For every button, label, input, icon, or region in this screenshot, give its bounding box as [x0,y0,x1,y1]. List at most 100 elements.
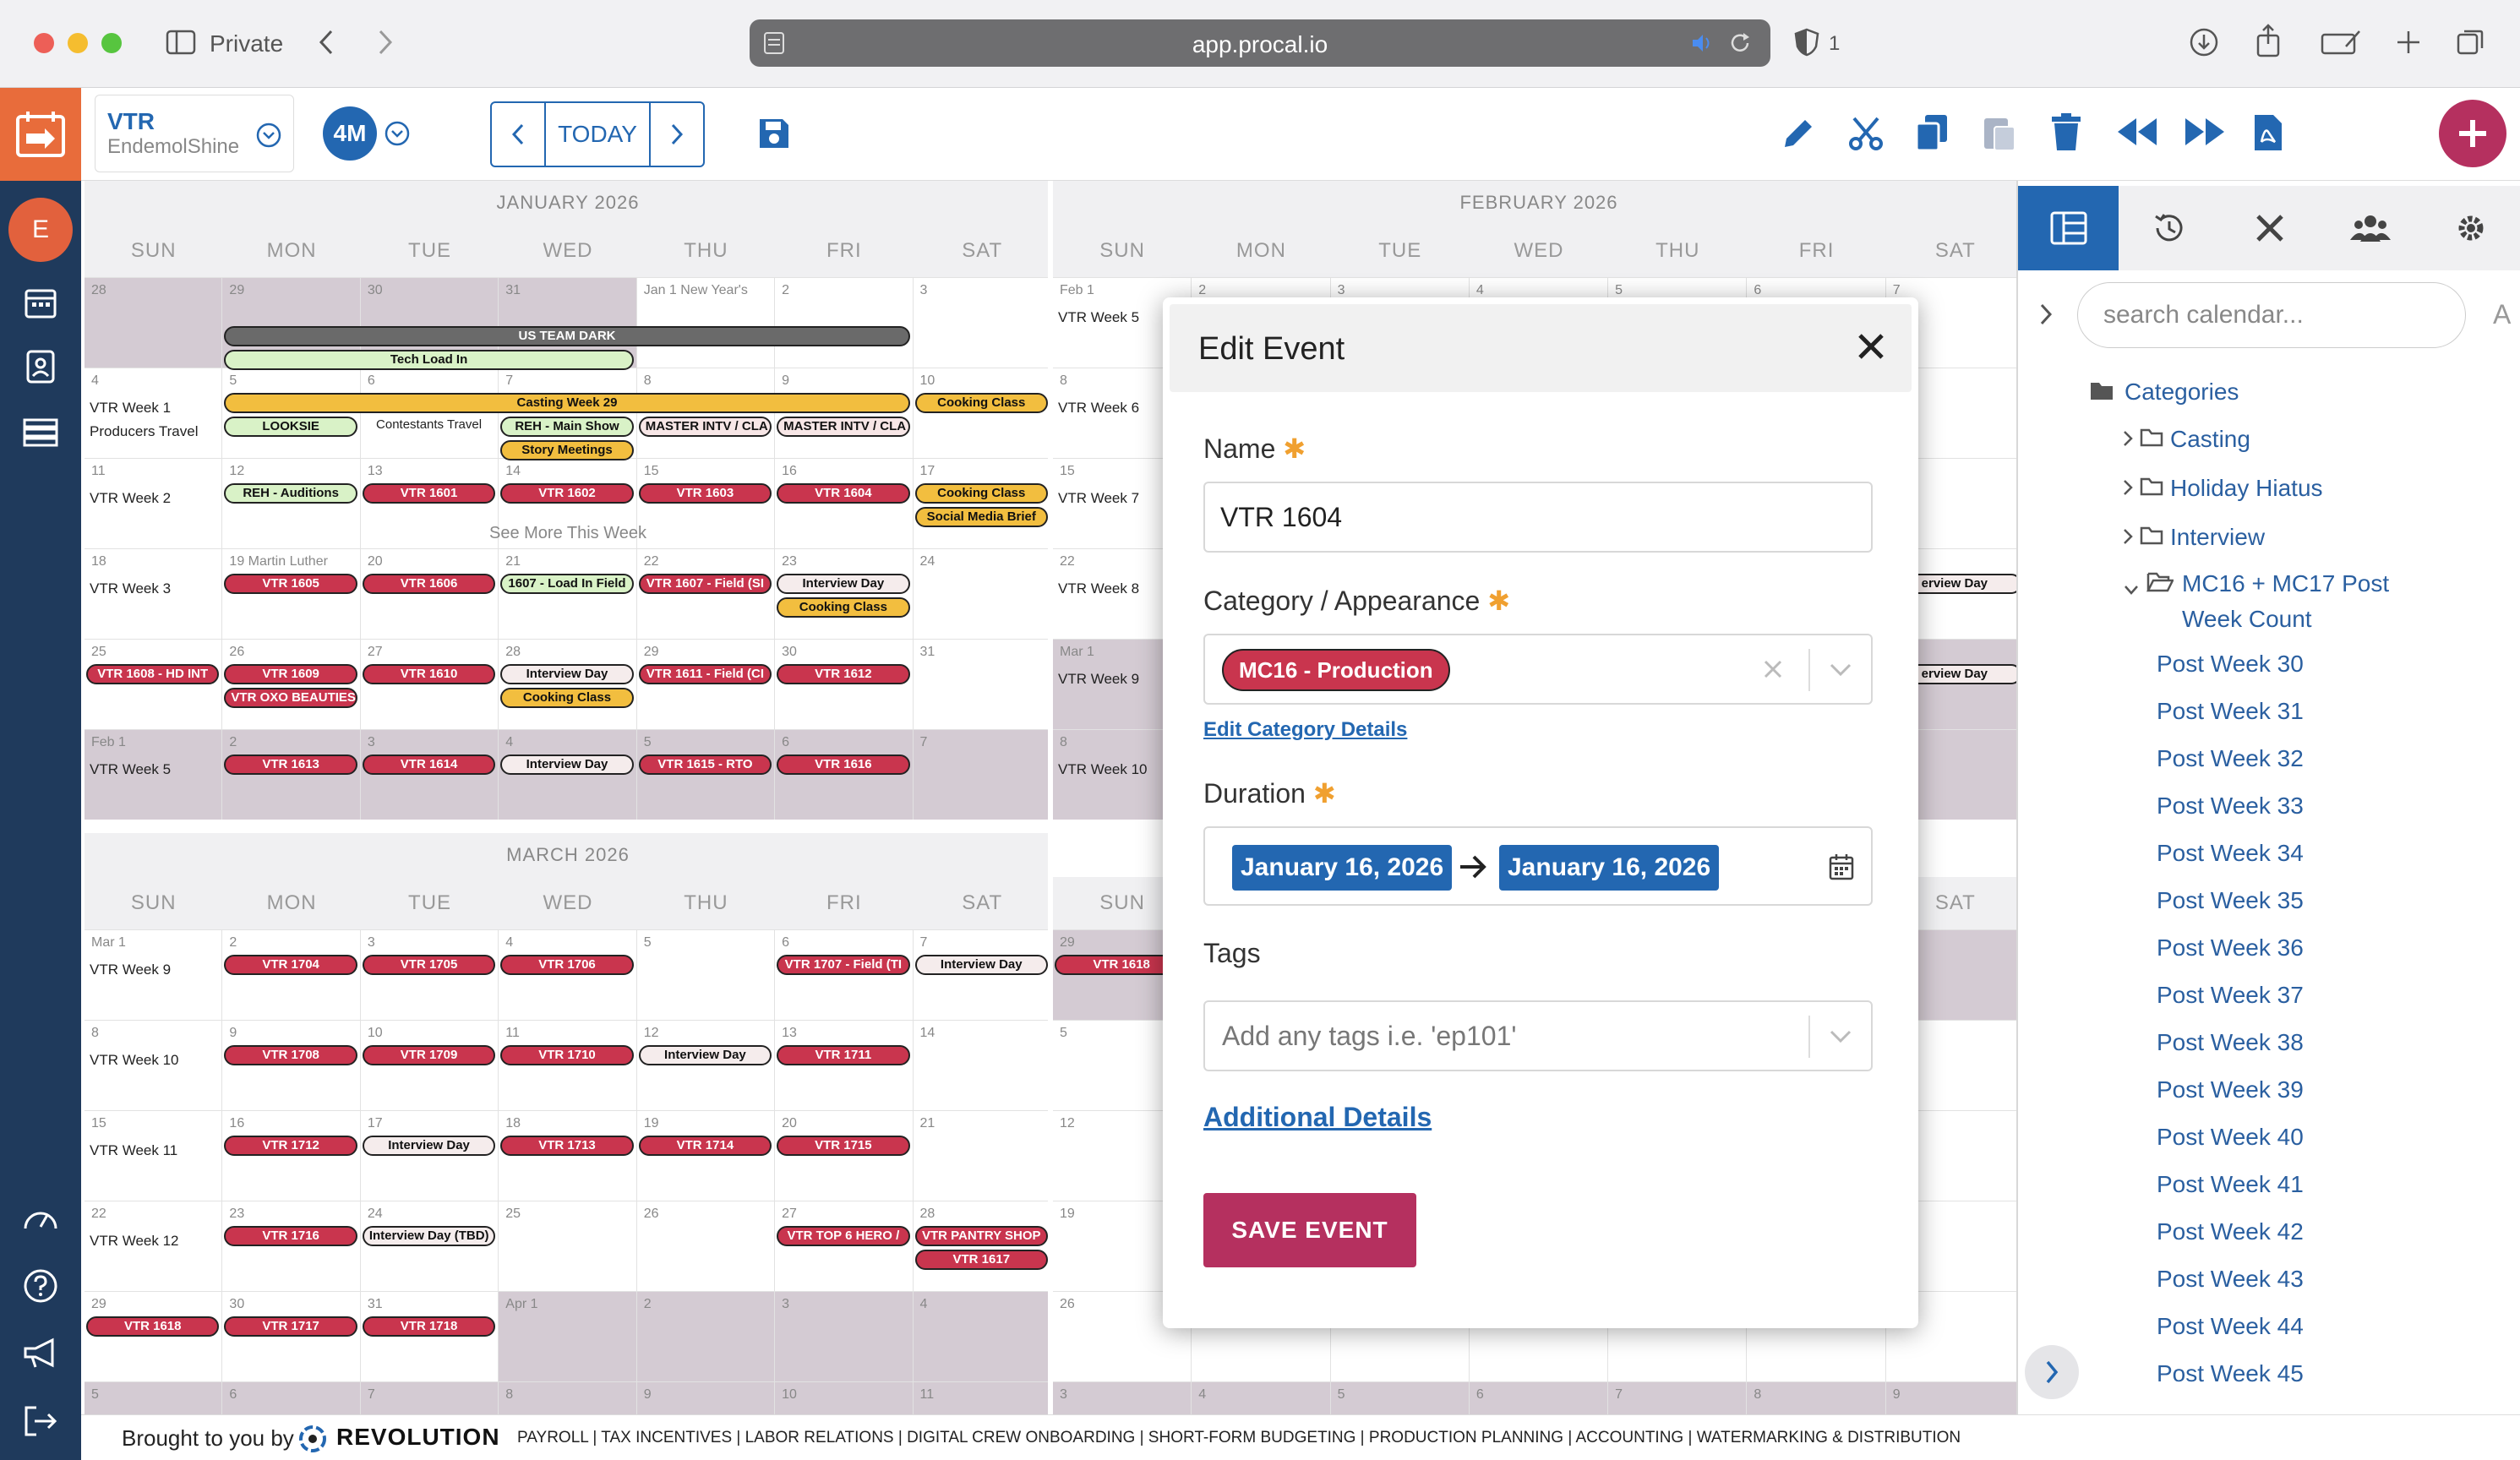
day-cell[interactable]: 30 [222,1292,361,1381]
day-cell[interactable]: 23 [775,549,914,639]
day-cell[interactable]: 3 [914,278,1051,368]
day-cell[interactable]: 13 [775,1021,914,1110]
event-bar[interactable]: VTR 1612 [777,664,910,684]
audio-icon[interactable] [1691,33,1713,57]
forward-icon[interactable] [368,25,402,59]
contacts-icon[interactable] [17,343,64,390]
tree-item[interactable]: Post Week 42 [2157,1218,2304,1245]
copy-icon[interactable] [1915,113,1949,152]
event-bar[interactable]: MASTER INTV / CLA [638,417,772,437]
day-cell[interactable]: 26 [637,1201,776,1291]
day-cell[interactable]: 24 [361,1201,499,1291]
day-cell[interactable]: 7 [913,730,1051,820]
day-cell[interactable]: 17 [361,1111,499,1201]
cut-icon[interactable] [1847,115,1885,152]
day-cell[interactable]: 20 [775,1111,914,1201]
duration-field[interactable]: January 16, 2026 January 16, 2026 [1203,826,1873,906]
expand-chevron-icon[interactable] [2038,302,2054,330]
today-button[interactable]: TODAY [558,121,637,148]
tree-item[interactable]: Post Week 36 [2157,934,2304,962]
day-cell[interactable]: Apr 1 [499,1292,637,1381]
day-cell[interactable]: 7 [914,930,1051,1020]
day-cell[interactable]: 21 [499,549,637,639]
event-bar[interactable]: Cooking Class [500,688,634,708]
footer-brand[interactable]: REVOLUTION [336,1424,500,1451]
day-cell[interactable]: 2 [222,930,361,1020]
day-cell[interactable]: 18 [499,1111,637,1201]
tab-tree[interactable] [2018,186,2119,270]
search-input[interactable]: search calendar... [2077,282,2466,348]
fast-forward-icon[interactable] [2184,117,2226,147]
event-bar[interactable]: Interview Day [914,955,1048,975]
list-view-icon[interactable] [17,409,64,456]
event-bar[interactable]: VTR 1614 [362,755,496,775]
day-cell[interactable]: 8 [1747,1382,1886,1414]
event-bar[interactable]: VTR 1710 [500,1045,634,1065]
event-bar[interactable]: Interview Day (TBD) [362,1226,496,1246]
see-more-link[interactable]: See More This Week [85,524,1051,543]
sidebar-collapse-button[interactable] [2025,1345,2079,1399]
tags-field[interactable]: Add any tags i.e. 'ep101' [1203,1000,1873,1071]
event-bar[interactable]: VTR 1707 - Field (TI [777,955,910,975]
tree-item[interactable]: Post Week 30 [2157,651,2304,678]
tree-item[interactable]: Post Week 41 [2157,1171,2304,1198]
day-cell[interactable]: 3 [361,930,499,1020]
event-bar[interactable]: VTR 1716 [224,1226,357,1246]
day-cell[interactable]: 31 [361,1292,499,1381]
day-cell[interactable]: 2 [775,278,914,368]
tree-open-folder[interactable]: MC16 + MC17 Post Week Count [2123,566,2389,637]
rewind-icon[interactable] [2116,117,2158,147]
event-bar[interactable]: VTR PANTRY SHOP [914,1226,1048,1246]
tab-users[interactable] [2321,186,2421,270]
tab-settings[interactable] [2421,186,2520,270]
download-icon[interactable] [2187,25,2221,59]
event-bar[interactable]: US TEAM DARK [224,326,910,346]
edit-category-link[interactable]: Edit Category Details [1203,718,1407,742]
paste-icon[interactable] [1983,113,2016,152]
day-cell[interactable]: 5 [85,1382,223,1414]
tree-item[interactable]: Post Week 37 [2157,982,2304,1009]
event-bar[interactable]: VTR 1712 [224,1136,357,1156]
next-period-button[interactable] [649,103,703,166]
event-bar[interactable]: VTR 1714 [638,1136,772,1156]
event-bar[interactable]: VTR 1718 [362,1316,496,1337]
event-bar[interactable]: VTR 1604 [777,483,910,504]
edit-icon[interactable] [1780,115,1817,152]
day-cell[interactable]: 11 [499,1021,637,1110]
day-cell[interactable]: 28 [499,640,637,729]
event-bar[interactable]: VTR 1615 - RTO [638,755,772,775]
new-tab-icon[interactable] [2392,25,2425,59]
add-event-button[interactable] [2439,100,2506,167]
day-cell[interactable]: 24 [914,549,1051,639]
close-icon[interactable] [1857,333,1885,364]
event-bar[interactable]: MASTER INTV / CLA [777,417,910,437]
share-icon[interactable] [2251,24,2285,57]
save-event-button[interactable]: SAVE EVENT [1203,1193,1416,1267]
day-cell[interactable]: 6 [775,930,914,1020]
day-cell[interactable]: 29 [637,640,776,729]
day-cell[interactable]: 20 [361,549,499,639]
chevron-down-icon[interactable] [1829,1029,1852,1049]
day-cell[interactable]: 10 [775,1382,914,1414]
tree-folder[interactable]: Interview [2123,524,2265,551]
view-chevron-icon[interactable] [384,120,411,147]
day-cell[interactable]: 5 [636,730,776,820]
back-icon[interactable] [309,25,343,59]
prev-period-button[interactable] [492,103,546,166]
zoom-window-button[interactable] [101,33,122,53]
day-cell[interactable]: 26 [222,640,361,729]
day-cell[interactable]: 12 [637,1021,776,1110]
event-bar[interactable]: VTR 1708 [224,1045,357,1065]
event-bar[interactable]: Interview Day [362,1136,496,1156]
day-cell[interactable]: 23 [222,1201,361,1291]
day-cell[interactable]: 4 [499,730,637,820]
additional-details-link[interactable]: Additional Details [1203,1102,1432,1133]
announcements-icon[interactable] [17,1330,64,1377]
tree-item[interactable]: Post Week 44 [2157,1313,2304,1340]
day-cell[interactable]: 27 [775,1201,914,1291]
day-cell[interactable]: 7 [1608,1382,1748,1414]
chevron-down-icon[interactable] [1829,662,1852,682]
event-bar[interactable]: REH - Auditions [224,483,357,504]
event-bar[interactable]: Cooking Class [914,393,1048,413]
event-bar[interactable]: VTR 1709 [362,1045,496,1065]
